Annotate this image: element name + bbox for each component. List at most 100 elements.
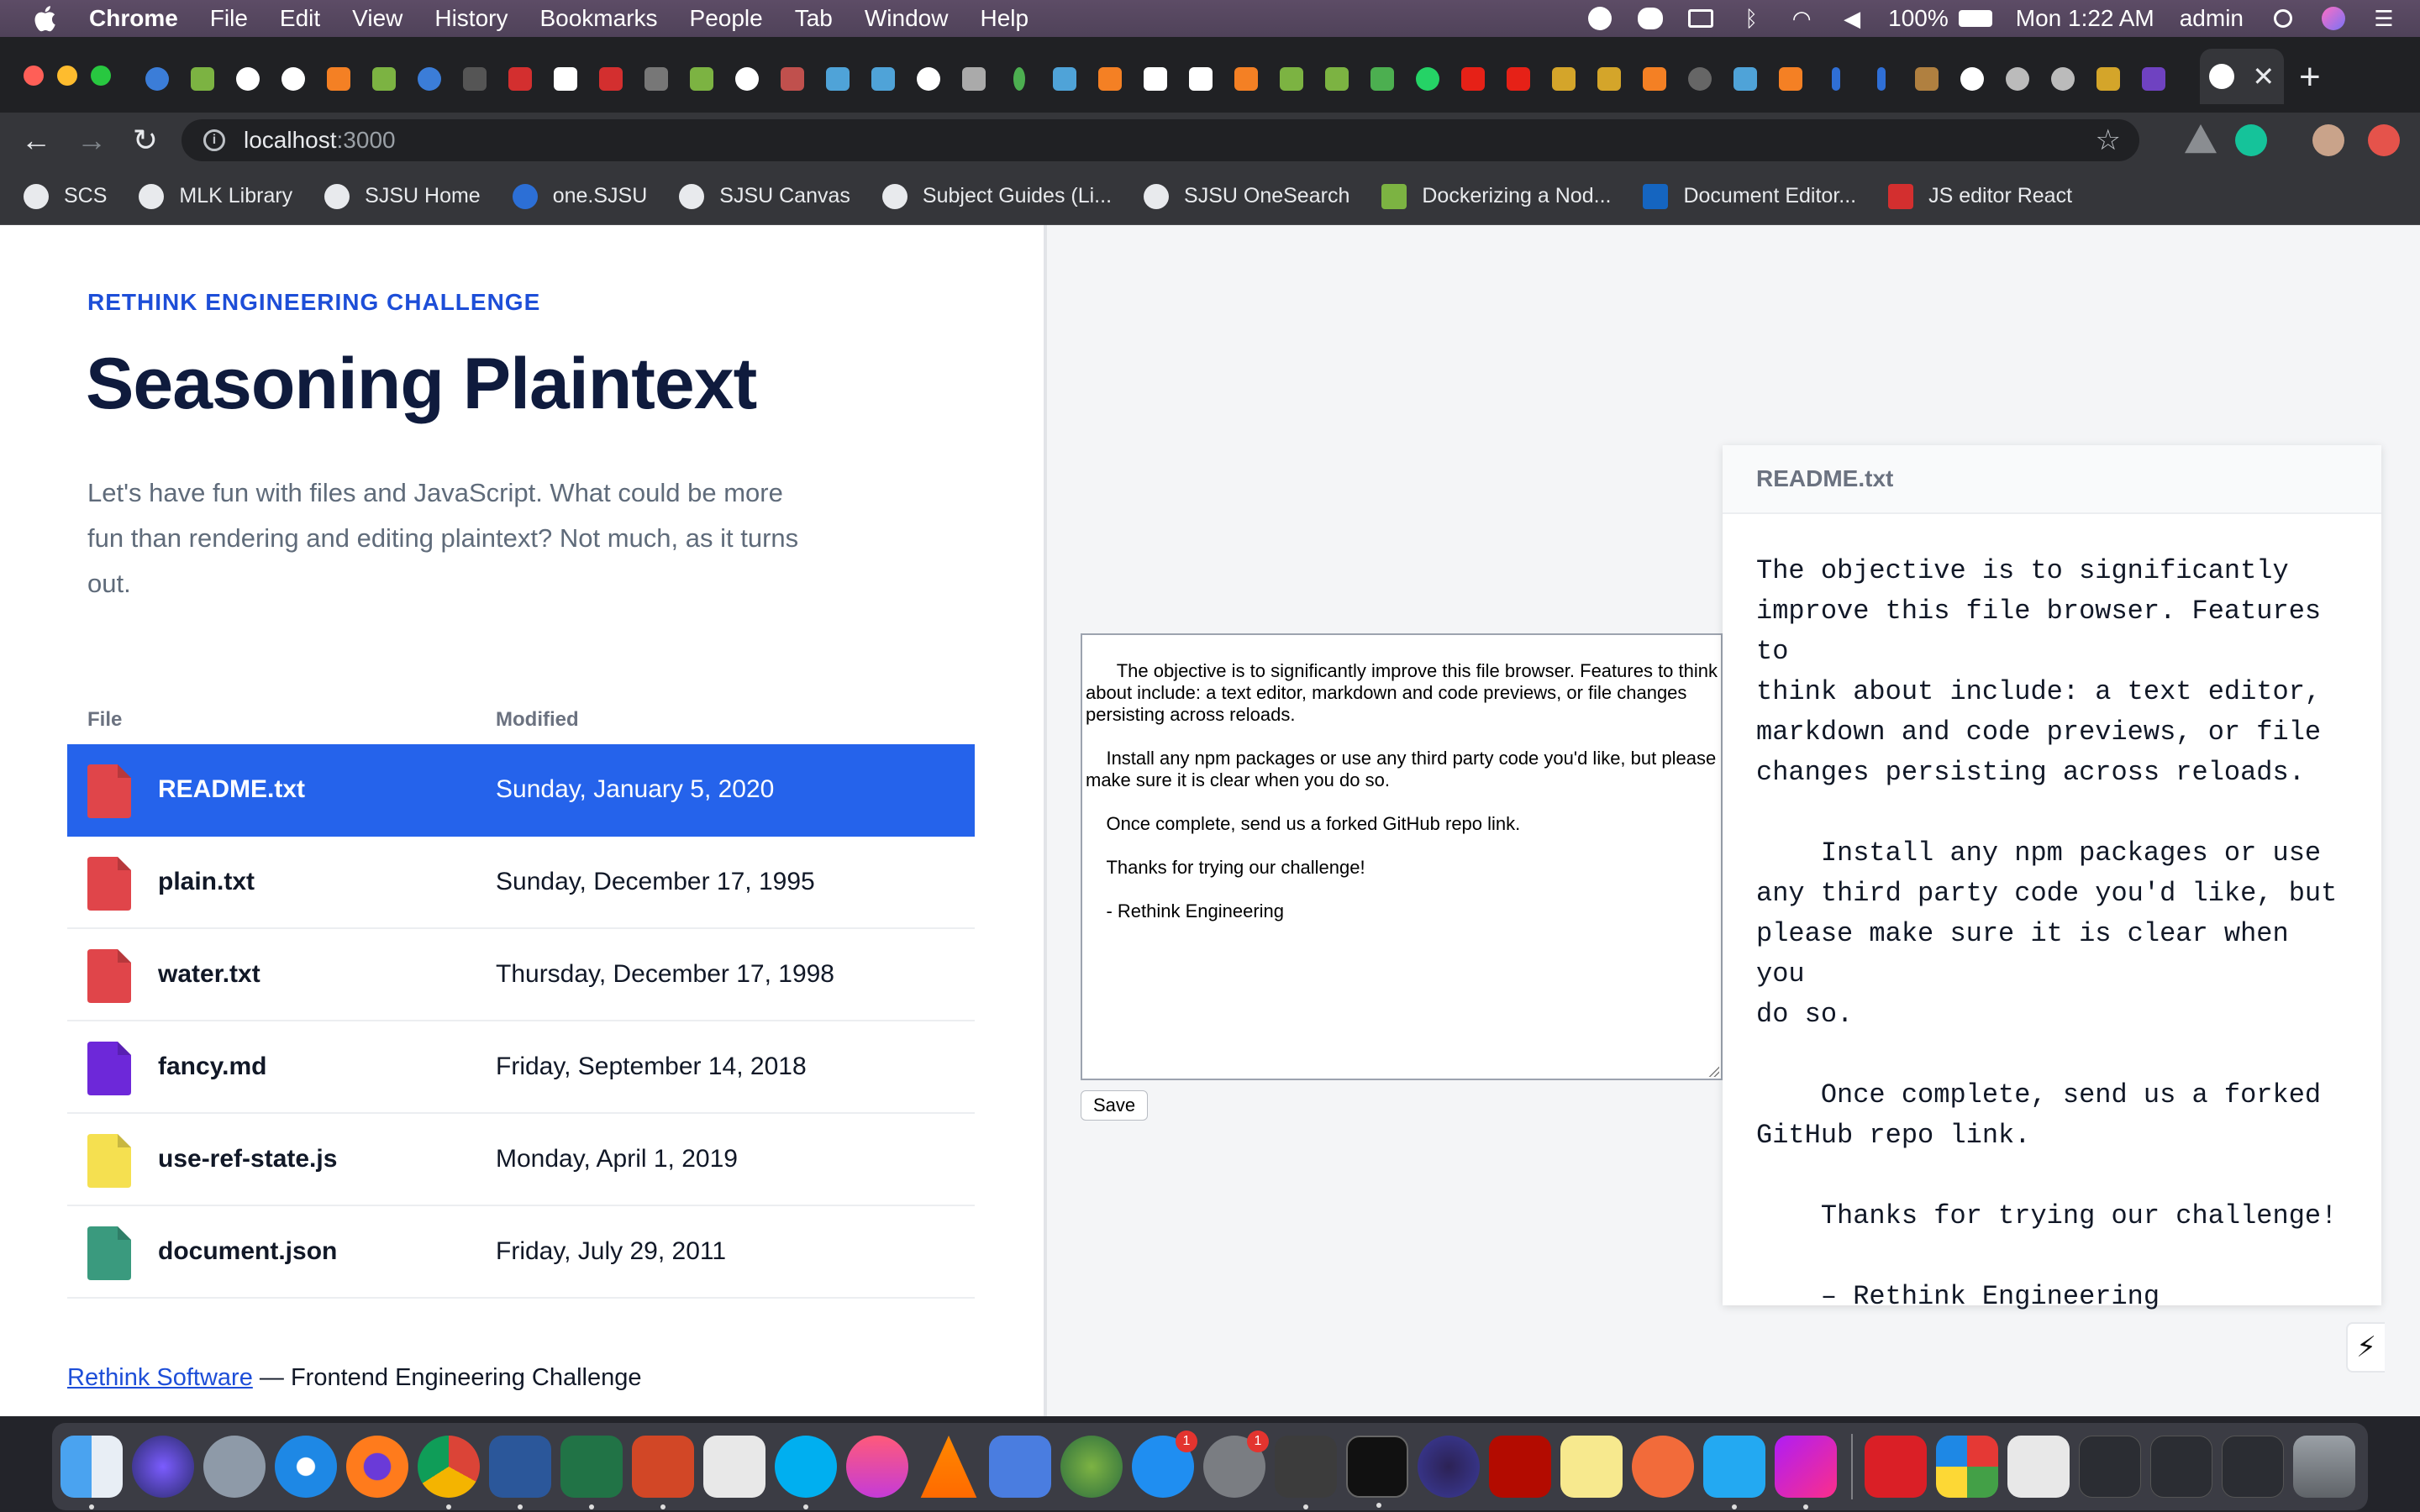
tab-favicon[interactable] (407, 56, 452, 102)
bookmark-mlk-library[interactable]: MLK Library (139, 183, 292, 209)
file-row[interactable]: plain.txt Sunday, December 17, 1995 (67, 837, 975, 929)
trash-icon[interactable] (2293, 1436, 2355, 1498)
network-app-icon[interactable] (1060, 1436, 1123, 1498)
tab-favicon[interactable] (770, 56, 815, 102)
tab-favicon[interactable] (1360, 56, 1405, 102)
youtube-tab-icon[interactable] (1450, 56, 1496, 102)
tab-favicon[interactable] (1995, 56, 2040, 102)
tab-favicon[interactable] (452, 56, 497, 102)
notification-center-icon[interactable]: ☰ (2370, 6, 2398, 31)
clock[interactable]: Mon 1:22 AM (2016, 5, 2154, 32)
itunes-icon[interactable] (846, 1436, 908, 1498)
file-row[interactable]: document.json Friday, July 29, 2011 (67, 1206, 975, 1299)
menu-file[interactable]: File (210, 5, 248, 32)
tab-favicon[interactable] (1949, 56, 1995, 102)
google-drive-icon[interactable] (989, 1436, 1051, 1498)
bookmark-one-sjsu[interactable]: one.SJSU (512, 183, 647, 209)
terminal-icon[interactable] (1346, 1436, 1408, 1508)
bookmark-document-editor[interactable]: Document Editor... (1643, 183, 1856, 209)
tab-favicon[interactable] (1042, 56, 1087, 102)
back-arrow-icon[interactable]: ← (15, 119, 57, 161)
menu-window[interactable]: Window (865, 5, 949, 32)
menu-app-name[interactable]: Chrome (89, 5, 178, 32)
drive-extension-icon[interactable] (2185, 124, 2217, 154)
tab-favicon[interactable] (815, 56, 860, 102)
vscode-icon[interactable] (1703, 1436, 1765, 1509)
address-bar[interactable]: i localhost :3000 ☆ (182, 119, 2139, 161)
stackoverflow-tab-icon[interactable] (1223, 56, 1269, 102)
grammarly-extension-icon[interactable] (2235, 124, 2267, 156)
tab-favicon[interactable] (951, 56, 997, 102)
stackoverflow-tab-icon[interactable] (316, 56, 361, 102)
bluetooth-icon[interactable]: ᛒ (1737, 6, 1765, 31)
phpstorm-icon[interactable] (1775, 1436, 1837, 1509)
menu-bookmarks[interactable]: Bookmarks (539, 5, 657, 32)
notes-icon[interactable] (1560, 1436, 1623, 1498)
vlc-icon[interactable] (920, 1436, 977, 1498)
tab-favicon[interactable] (361, 56, 407, 102)
mongodb-tab-icon[interactable] (997, 56, 1042, 102)
save-button[interactable]: Save (1081, 1090, 1149, 1121)
tab-favicon[interactable] (180, 56, 225, 102)
menu-view[interactable]: View (352, 5, 402, 32)
active-tab[interactable]: ✕ (2200, 49, 2284, 104)
tab-favicon[interactable] (1677, 56, 1723, 102)
profile-avatar[interactable] (2312, 124, 2344, 156)
rethink-software-link[interactable]: Rethink Software (67, 1364, 253, 1391)
tab-favicon[interactable] (1904, 56, 1949, 102)
github-tab-icon[interactable] (225, 56, 271, 102)
stackoverflow-tab-icon[interactable] (1087, 56, 1133, 102)
file-row[interactable]: use-ref-state.js Monday, April 1, 2019 (67, 1114, 975, 1206)
tab-favicon[interactable] (1859, 56, 1904, 102)
window-thumbnail[interactable] (2222, 1436, 2284, 1498)
checkmark-tray-icon[interactable] (1586, 6, 1614, 31)
bookmark-dockerizing[interactable]: Dockerizing a Nod... (1381, 183, 1611, 209)
resize-grip-icon[interactable] (1707, 1065, 1719, 1077)
bootstrap-tab-icon[interactable] (2131, 56, 2176, 102)
spotlight-search-icon[interactable] (2269, 6, 2297, 31)
creative-cloud-icon[interactable] (1865, 1436, 1927, 1498)
word-icon[interactable] (489, 1436, 551, 1509)
postman-icon[interactable] (1632, 1436, 1694, 1498)
window-minimize-button[interactable] (57, 66, 77, 86)
tab-favicon[interactable] (2040, 56, 2086, 102)
excel-icon[interactable] (560, 1436, 623, 1509)
volume-icon[interactable]: ◀ (1838, 6, 1866, 31)
plaintext-editor[interactable]: The objective is to significantly improv… (1081, 633, 1723, 1080)
safari-icon[interactable] (275, 1436, 337, 1498)
eclipse-icon[interactable] (1418, 1436, 1480, 1498)
w3c-tab-icon[interactable] (679, 56, 724, 102)
whatsapp-tab-icon[interactable] (1405, 56, 1450, 102)
tab-favicon[interactable] (1541, 56, 1586, 102)
forward-arrow-icon[interactable]: → (71, 119, 113, 161)
menu-edit[interactable]: Edit (280, 5, 320, 32)
reload-icon[interactable]: ↻ (124, 119, 166, 161)
tab-favicon[interactable] (2086, 56, 2131, 102)
w3c-tab-icon[interactable] (1314, 56, 1360, 102)
menu-tab[interactable]: Tab (795, 5, 833, 32)
menu-help[interactable]: Help (980, 5, 1028, 32)
acrobat-icon[interactable] (1489, 1436, 1551, 1498)
github-tab-icon[interactable] (271, 56, 316, 102)
window-thumbnail[interactable] (2150, 1436, 2212, 1498)
bookmark-sjsu-onesearch[interactable]: SJSU OneSearch (1144, 183, 1349, 209)
github-tab-icon[interactable] (724, 56, 770, 102)
file-row[interactable]: water.txt Thursday, December 17, 1998 (67, 929, 975, 1021)
system-preferences-icon[interactable]: 1 (1203, 1431, 1269, 1498)
powerpoint-icon[interactable] (632, 1436, 694, 1509)
apple-logo-icon[interactable] (32, 5, 57, 32)
tab-favicon[interactable] (634, 56, 679, 102)
bookmark-star-icon[interactable]: ☆ (2096, 123, 2121, 157)
keynote-icon[interactable] (703, 1436, 765, 1498)
finder-icon[interactable] (60, 1436, 123, 1509)
user-name[interactable]: admin (2180, 5, 2244, 32)
siri-icon[interactable] (2319, 6, 2348, 31)
medium-tab-icon[interactable] (1178, 56, 1223, 102)
close-tab-icon[interactable]: ✕ (2252, 63, 2275, 90)
firefox-icon[interactable] (346, 1436, 408, 1498)
w3c-tab-icon[interactable] (1269, 56, 1314, 102)
window-zoom-button[interactable] (91, 66, 111, 86)
youtube-tab-icon[interactable] (1496, 56, 1541, 102)
new-tab-button[interactable]: + (2299, 59, 2321, 96)
medium-tab-icon[interactable] (1133, 56, 1178, 102)
